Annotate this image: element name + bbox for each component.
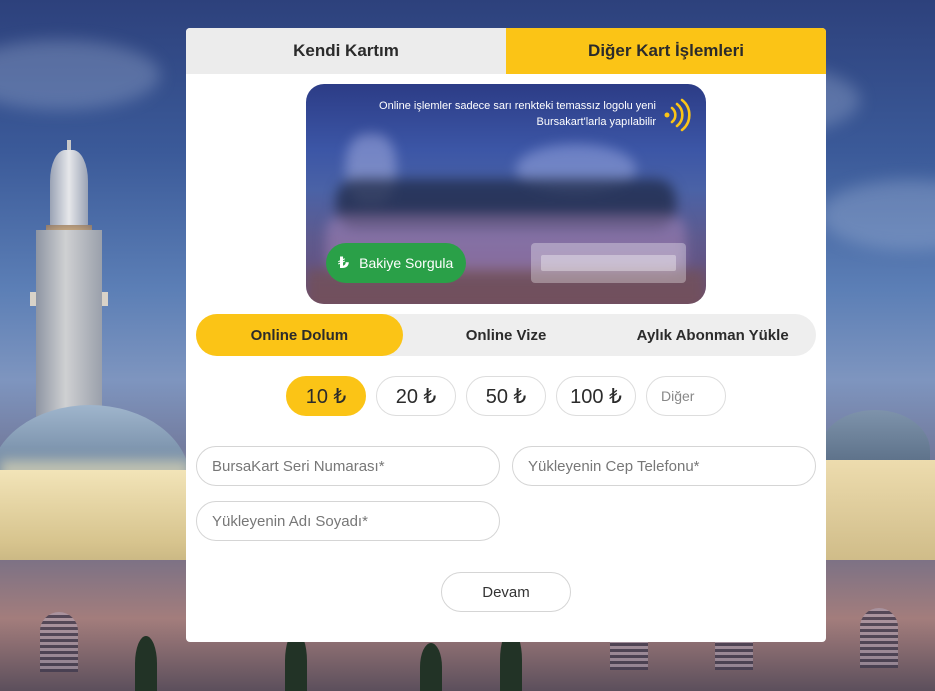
amount-options: 10 ₺ 20 ₺ 50 ₺ 100 ₺ — [286, 376, 726, 416]
card-operations-panel: Kendi Kartım Diğer Kart İşlemleri Online… — [186, 28, 826, 642]
tab-other-card-operations[interactable]: Diğer Kart İşlemleri — [506, 28, 826, 74]
tab-own-card[interactable]: Kendi Kartım — [186, 28, 506, 74]
balance-query-label: Bakiye Sorgula — [359, 255, 454, 271]
amount-100-button[interactable]: 100 ₺ — [556, 376, 636, 416]
continue-button[interactable]: Devam — [441, 572, 571, 612]
tab-monthly-subscription[interactable]: Aylık Abonman Yükle — [609, 314, 816, 356]
bursakart-card-image: Online işlemler sadece sarı renkteki tem… — [306, 84, 706, 304]
amount-10-button[interactable]: 10 ₺ — [286, 376, 366, 416]
card-serial-number-input[interactable] — [196, 446, 500, 486]
full-name-input[interactable] — [196, 501, 500, 541]
tab-online-topup[interactable]: Online Dolum — [196, 314, 403, 356]
phone-number-input[interactable] — [512, 446, 816, 486]
amount-50-button[interactable]: 50 ₺ — [466, 376, 546, 416]
tab-online-visa[interactable]: Online Vize — [403, 314, 610, 356]
lira-icon: ₺ — [338, 255, 350, 272]
card-number-input-field — [541, 255, 676, 271]
card-info-text: Online işlemler sadece sarı renkteki tem… — [379, 100, 656, 128]
contactless-icon — [664, 98, 691, 132]
top-tabs: Kendi Kartım Diğer Kart İşlemleri — [186, 28, 826, 74]
amount-20-button[interactable]: 20 ₺ — [376, 376, 456, 416]
sub-tabs: Online Dolum Online Vize Aylık Abonman Y… — [196, 314, 816, 356]
balance-query-button[interactable]: ₺ Bakiye Sorgula — [326, 243, 466, 283]
amount-other-input[interactable] — [646, 376, 726, 416]
